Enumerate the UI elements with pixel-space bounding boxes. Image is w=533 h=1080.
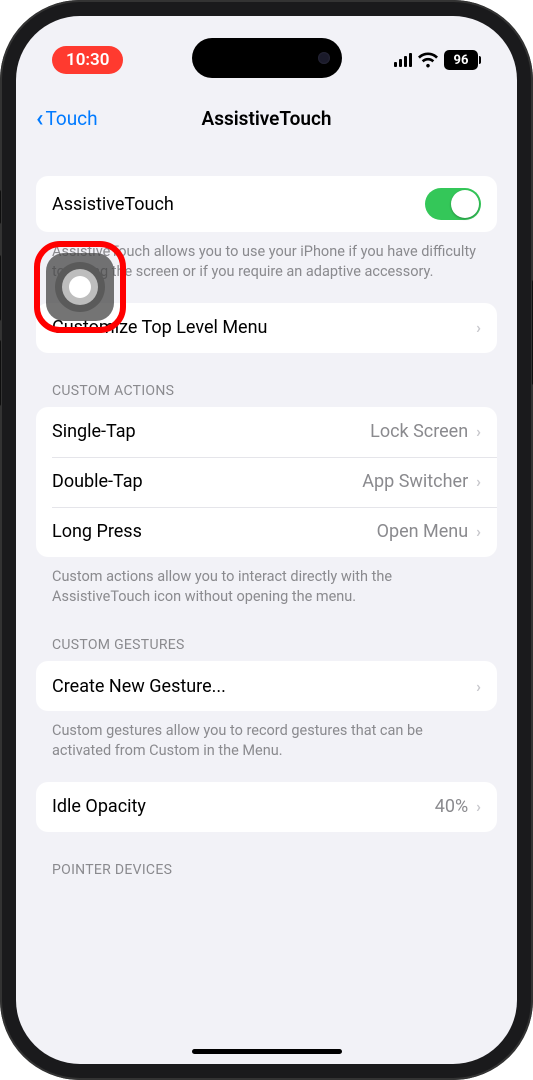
battery-level: 96 [454, 54, 469, 67]
row-label: Long Press [52, 521, 377, 542]
section-header-custom-actions: CUSTOM ACTIONS [52, 383, 481, 399]
row-idle-opacity[interactable]: Idle Opacity 40% › [36, 782, 497, 832]
row-value: 40% [435, 796, 468, 817]
mute-switch [0, 190, 1, 224]
assistivetouch-floating-button[interactable] [46, 253, 114, 321]
chevron-right-icon: › [476, 472, 481, 491]
group-main-toggle: AssistiveTouch [36, 176, 497, 232]
row-double-tap[interactable]: Double-Tap App Switcher › [36, 457, 497, 507]
group-idle-opacity: Idle Opacity 40% › [36, 782, 497, 832]
dynamic-island [192, 38, 342, 78]
row-label: Idle Opacity [52, 796, 435, 817]
row-label: AssistiveTouch [52, 194, 425, 215]
battery-icon: 96 [444, 50, 478, 70]
chevron-right-icon: › [476, 797, 481, 816]
volume-up-button [0, 255, 1, 321]
device-frame: 10:30 96 ‹ Touch [0, 0, 533, 1080]
section-header-pointer-devices: POINTER DEVICES [52, 862, 481, 878]
row-value: App Switcher [362, 471, 468, 492]
front-camera-icon [318, 52, 330, 64]
row-assistivetouch-toggle[interactable]: AssistiveTouch [36, 176, 497, 232]
toggle-on-icon[interactable] [425, 188, 481, 220]
volume-down-button [0, 340, 1, 406]
screen: 10:30 96 ‹ Touch [16, 16, 517, 1064]
chevron-right-icon: › [476, 522, 481, 541]
custom-actions-footer: Custom actions allow you to interact dir… [52, 567, 481, 608]
row-value: Lock Screen [370, 421, 468, 442]
row-value: Open Menu [377, 521, 469, 542]
row-label: Create New Gesture... [52, 676, 468, 697]
chevron-right-icon: › [476, 677, 481, 696]
chevron-left-icon: ‹ [36, 106, 43, 130]
group-custom-actions: Single-Tap Lock Screen › Double-Tap App … [36, 407, 497, 557]
battery-cap-icon [479, 56, 481, 64]
custom-gestures-footer: Custom gestures allow you to record gest… [52, 721, 481, 762]
row-single-tap[interactable]: Single-Tap Lock Screen › [36, 407, 497, 457]
cellular-icon [394, 53, 412, 67]
section-header-custom-gestures: CUSTOM GESTURES [52, 637, 481, 653]
row-create-new-gesture[interactable]: Create New Gesture... › [36, 661, 497, 711]
back-label: Touch [45, 107, 97, 130]
page-title: AssistiveTouch [202, 107, 332, 130]
row-long-press[interactable]: Long Press Open Menu › [36, 507, 497, 557]
back-button[interactable]: ‹ Touch [36, 96, 98, 140]
group-custom-gestures: Create New Gesture... › [36, 661, 497, 711]
status-time[interactable]: 10:30 [52, 46, 123, 74]
chevron-right-icon: › [476, 422, 481, 441]
wifi-icon [418, 52, 438, 68]
status-right: 96 [394, 50, 481, 70]
home-indicator[interactable] [192, 1049, 342, 1054]
assistivetouch-overlay-highlight [34, 241, 126, 333]
chevron-right-icon: › [476, 318, 481, 337]
navbar: ‹ Touch AssistiveTouch [16, 96, 517, 140]
row-label: Double-Tap [52, 471, 362, 492]
row-label: Single-Tap [52, 421, 370, 442]
